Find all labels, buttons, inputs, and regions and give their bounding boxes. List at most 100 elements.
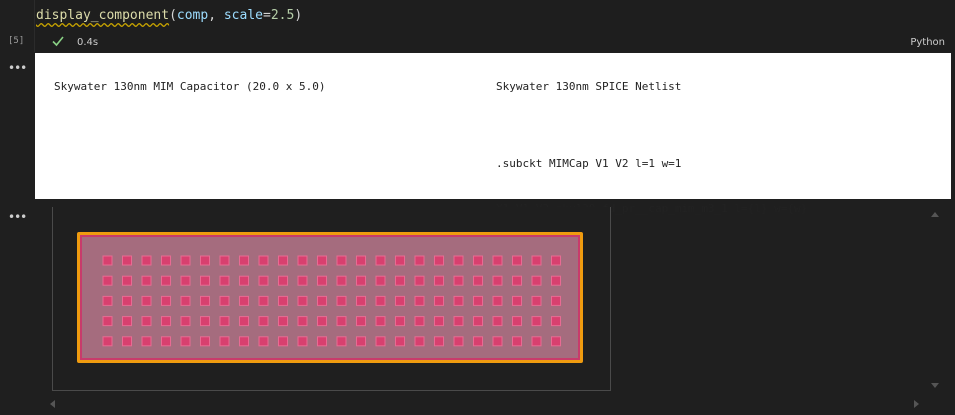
via — [239, 316, 249, 327]
function-name: display_component — [36, 8, 170, 23]
via — [258, 255, 269, 266]
via — [356, 275, 366, 286]
scroll-down-icon[interactable] — [931, 383, 939, 388]
close-paren: ) — [294, 8, 303, 23]
via — [512, 316, 522, 327]
via — [512, 255, 522, 266]
scroll-left-icon[interactable] — [50, 400, 55, 408]
via — [102, 255, 113, 266]
via — [434, 295, 444, 306]
via — [180, 295, 191, 306]
via — [278, 255, 288, 266]
via — [200, 275, 210, 286]
output-menu-icon[interactable]: ••• — [8, 211, 27, 223]
via — [200, 316, 210, 327]
via — [414, 275, 425, 286]
via — [336, 255, 347, 266]
cell-gutter — [34, 0, 35, 52]
via — [258, 275, 269, 286]
via — [180, 275, 191, 286]
language-selector[interactable]: Python — [910, 37, 945, 48]
via — [219, 275, 230, 286]
component-layout-view — [52, 207, 611, 391]
via — [278, 336, 288, 347]
via — [473, 255, 483, 266]
via — [356, 336, 366, 347]
via — [161, 295, 171, 306]
via — [219, 295, 230, 306]
via — [492, 295, 503, 306]
via — [239, 255, 249, 266]
via — [473, 316, 483, 327]
via — [122, 295, 132, 306]
via — [434, 336, 444, 347]
scroll-right-icon[interactable] — [914, 400, 919, 408]
via — [512, 336, 522, 347]
via — [551, 336, 561, 347]
via — [317, 275, 327, 286]
via — [122, 336, 132, 347]
via — [317, 336, 327, 347]
via — [473, 336, 483, 347]
via — [531, 295, 542, 306]
comma: , — [208, 8, 224, 23]
via — [219, 336, 230, 347]
via — [122, 275, 132, 286]
via — [336, 316, 347, 327]
via — [336, 275, 347, 286]
via — [453, 295, 464, 306]
via — [453, 316, 464, 327]
via — [473, 295, 483, 306]
code-line[interactable]: display_component(comp, scale=2.5) — [36, 8, 302, 23]
via — [414, 336, 425, 347]
via — [375, 336, 386, 347]
via — [141, 336, 152, 347]
via — [258, 295, 269, 306]
via — [180, 255, 191, 266]
via — [395, 295, 405, 306]
via — [297, 336, 308, 347]
via — [356, 316, 366, 327]
via — [531, 275, 542, 286]
via — [453, 336, 464, 347]
via — [414, 316, 425, 327]
via — [492, 275, 503, 286]
equals: = — [263, 8, 271, 23]
via — [531, 316, 542, 327]
arg-comp: comp — [176, 8, 209, 23]
via — [356, 255, 366, 266]
via — [336, 295, 347, 306]
via — [297, 316, 308, 327]
via — [551, 295, 561, 306]
via — [395, 316, 405, 327]
via — [297, 255, 308, 266]
via — [102, 275, 113, 286]
via — [492, 316, 503, 327]
via-array — [102, 255, 561, 347]
via — [512, 275, 522, 286]
via — [239, 275, 249, 286]
scroll-up-icon[interactable] — [931, 212, 939, 217]
via — [200, 295, 210, 306]
netlist-title: Skywater 130nm SPICE Netlist — [496, 80, 682, 93]
via — [161, 336, 171, 347]
via — [239, 336, 249, 347]
via — [102, 316, 113, 327]
via — [453, 275, 464, 286]
capacitor-plate — [80, 235, 580, 360]
via — [414, 295, 425, 306]
via — [395, 336, 405, 347]
via — [434, 316, 444, 327]
via — [102, 295, 113, 306]
via — [434, 255, 444, 266]
via — [512, 295, 522, 306]
via — [180, 316, 191, 327]
output-menu-icon[interactable]: ••• — [8, 62, 27, 74]
open-paren: ( — [169, 8, 177, 23]
via — [200, 255, 210, 266]
via — [161, 255, 171, 266]
via — [375, 255, 386, 266]
via — [531, 255, 542, 266]
via — [317, 316, 327, 327]
via — [102, 336, 113, 347]
